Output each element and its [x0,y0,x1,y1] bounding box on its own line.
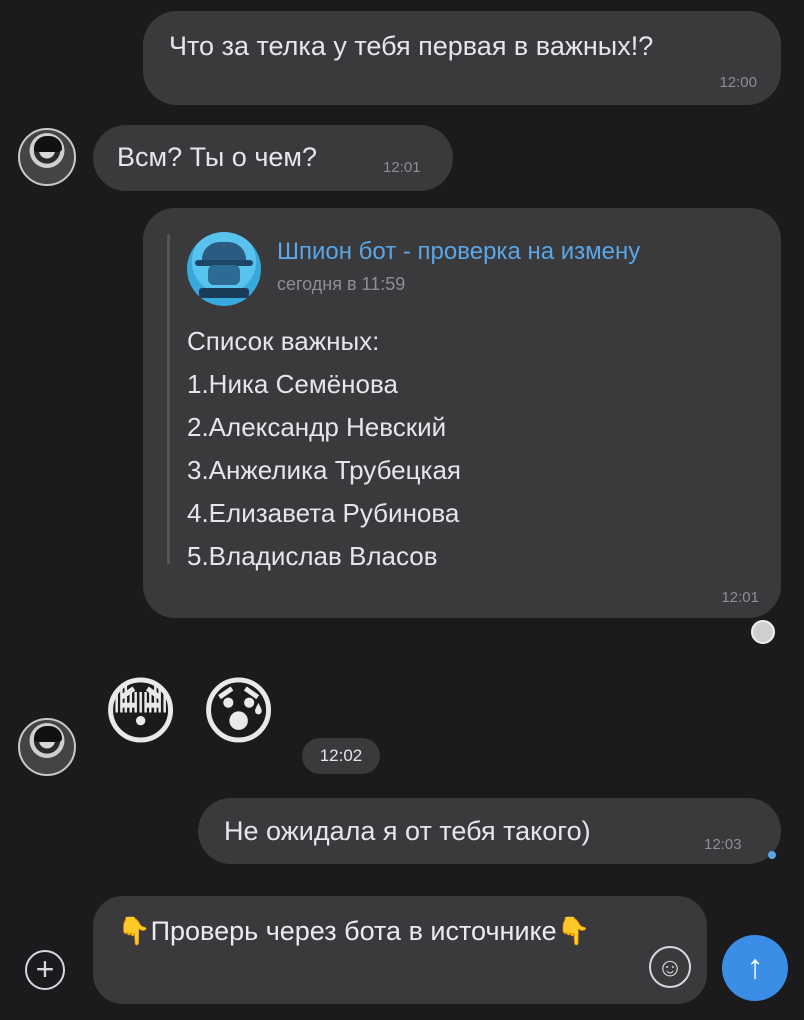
anxious-sweat-emoji[interactable]: 😰 [200,675,277,749]
message-time: 12:01 [721,589,759,606]
forwarded-from-name[interactable]: Шпион бот - проверка на измену [277,238,640,266]
unread-dot-icon [768,851,776,859]
list-item: 2.Александр Невский [187,412,447,442]
message-time: 12:00 [719,74,757,91]
read-receipt-avatar [751,620,775,644]
important-list: Список важных: 1.Ника Семёнова 2.Алексан… [187,320,461,578]
list-title: Список важных: [187,326,380,356]
message-time: 12:02 [302,738,380,774]
message-text: Всм? Ты о чем? [117,142,317,172]
forwarded-date: сегодня в 11:59 [277,274,406,294]
flushed-face-emoji[interactable]: 😳 [102,675,179,749]
quote-bar [167,234,170,564]
forwarded-message-card[interactable]: Шпион бот - проверка на измену сегодня в… [143,208,781,618]
bot-avatar-icon[interactable] [187,232,261,306]
input-text[interactable]: 👇Проверь через бота в источнике👇 [117,912,637,950]
smile-icon[interactable]: ☺ [649,946,691,988]
arrow-up-icon[interactable]: ↑ [722,935,788,1001]
ribbon-shape [199,288,249,298]
outgoing-message-bubble[interactable]: Что за телка у тебя первая в важных!? 12… [143,11,781,105]
message-text: Что за телка у тебя первая в важных!? [169,31,654,61]
plus-icon[interactable]: + [25,950,65,990]
chat-screen: Что за телка у тебя первая в важных!? 12… [0,0,804,1020]
hat-shape [202,242,246,262]
face-shape [208,265,240,285]
list-item: 3.Анжелика Трубецкая [187,455,462,485]
message-text: Не ожидала я от тебя такого) [224,816,591,846]
outgoing-message-bubble[interactable]: Не ожидала я от тебя такого) 12:03 [198,798,781,864]
list-item: 4.Елизавета Рубинова [187,498,460,528]
incoming-message-bubble[interactable]: Всм? Ты о чем? 12:01 [93,125,453,191]
contact-avatar[interactable] [18,128,76,186]
message-time: 12:03 [704,836,742,853]
contact-avatar[interactable] [18,718,76,776]
list-item: 1.Ника Семёнова [187,369,398,399]
list-item: 5.Владислав Власов [187,541,438,571]
message-input[interactable]: 👇Проверь через бота в источнике👇 ☺ [93,896,707,1004]
message-time: 12:01 [383,159,421,176]
